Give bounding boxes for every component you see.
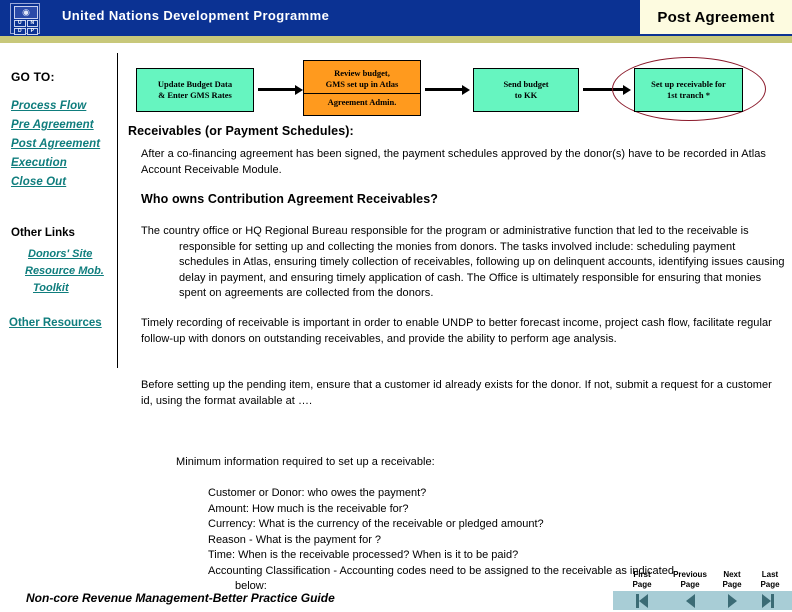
requirement-amount: Amount: How much is the receivable for? — [208, 502, 409, 515]
first-page-button[interactable] — [630, 593, 654, 608]
first-page-caption: First Page — [620, 570, 664, 590]
last-page-icon-bar — [771, 593, 774, 608]
next-page-icon — [727, 593, 737, 608]
next-page-caption-line2: Page — [722, 580, 742, 589]
paragraph-minimum-info: Minimum information required to set up a… — [176, 456, 435, 468]
paragraph-receivables-intro: After a co-financing agreement has been … — [141, 148, 766, 176]
first-page-icon — [639, 593, 648, 608]
requirement-customer-donor: Customer or Donor: who owes the payment? — [208, 487, 427, 499]
last-page-icon — [762, 593, 771, 608]
section-heading-who-owns: Who owns Contribution Agreement Receivab… — [141, 192, 439, 206]
paragraph-timely-recording: Timely recording of receivable is import… — [141, 317, 772, 345]
section-heading-receivables: Receivables (or Payment Schedules): — [128, 124, 354, 138]
last-page-caption-line1: Last — [761, 570, 779, 579]
requirement-currency: Currency: What is the currency of the re… — [208, 518, 544, 530]
guide-title: Non-core Revenue Management-Better Pract… — [26, 591, 335, 605]
requirement-time: Time: When is the receivable processed? … — [208, 549, 519, 561]
main-content: Receivables (or Payment Schedules): Afte… — [0, 0, 792, 612]
previous-page-caption-line2: Page — [680, 580, 700, 589]
previous-page-caption: Previous Page — [664, 570, 716, 590]
previous-page-caption-line1: Previous — [673, 570, 707, 579]
last-page-caption: Last Page — [752, 570, 788, 590]
first-page-caption-line1: First — [633, 570, 651, 579]
paragraph-pending-item: Before setting up the pending item, ensu… — [141, 379, 772, 407]
previous-page-icon — [685, 593, 695, 608]
paragraph-ownership-text: The country office or HQ Regional Bureau… — [141, 225, 785, 299]
first-page-caption-line2: Page — [632, 580, 652, 589]
next-page-caption-line1: Next — [723, 570, 741, 579]
last-page-caption-line2: Page — [760, 580, 780, 589]
next-page-caption: Next Page — [714, 570, 750, 590]
paragraph-ownership: The country office or HQ Regional Bureau… — [141, 224, 786, 302]
requirement-reason: Reason - What is the payment for ? — [208, 533, 382, 546]
last-page-button[interactable] — [756, 593, 780, 608]
next-page-button[interactable] — [720, 593, 744, 608]
previous-page-button[interactable] — [678, 593, 702, 608]
